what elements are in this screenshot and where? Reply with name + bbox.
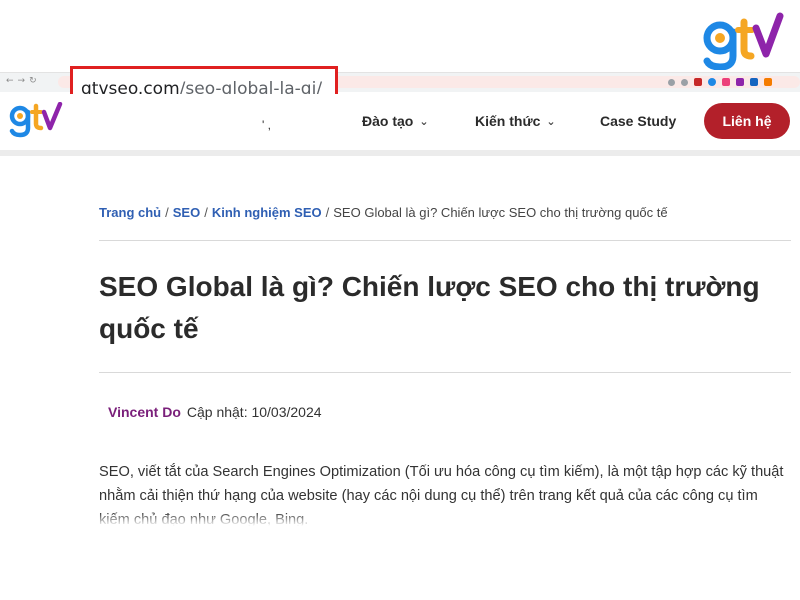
site-logo[interactable] <box>8 102 64 138</box>
extension-icon[interactable] <box>694 78 702 86</box>
extension-icon[interactable] <box>764 78 772 86</box>
extension-icons <box>668 74 772 90</box>
breadcrumb-link-kinh-nghiem-seo[interactable]: Kinh nghiệm SEO <box>212 205 322 220</box>
extension-icon[interactable] <box>736 78 744 86</box>
page-title: SEO Global là gì? Chiến lược SEO cho thị… <box>99 271 760 344</box>
extension-icon[interactable] <box>750 78 758 86</box>
nav-label: Đào tạo <box>362 113 414 129</box>
extension-icon[interactable] <box>722 78 730 86</box>
nav-label: Kiến thức <box>475 113 541 129</box>
article-meta: Vincent Do Cập nhật: 10/03/2024 <box>108 404 322 420</box>
nav-item-dao-tao[interactable]: Đào tạo ⌄ <box>362 113 429 129</box>
gtv-brand-logo <box>703 12 784 70</box>
header-divider <box>0 150 800 156</box>
extension-icon[interactable] <box>708 78 716 86</box>
browser-nav-icons[interactable]: ←→↻ <box>6 76 41 86</box>
nav-item-kien-thuc[interactable]: Kiến thức ⌄ <box>475 113 556 129</box>
breadcrumb-current: SEO Global là gì? Chiến lược SEO cho thị… <box>333 205 668 220</box>
nav-item-case-study[interactable]: Case Study <box>600 113 676 129</box>
chevron-down-icon: ⌄ <box>546 116 556 128</box>
breadcrumb-link-home[interactable]: Trang chủ <box>99 205 161 220</box>
nav-label: Case Study <box>600 113 677 129</box>
contact-button[interactable]: Liên hệ <box>704 103 790 139</box>
star-icon[interactable] <box>681 78 688 86</box>
content-fade <box>0 512 800 600</box>
divider <box>99 240 791 241</box>
zoom-icon[interactable] <box>668 78 675 86</box>
divider <box>99 372 791 373</box>
chevron-down-icon: ⌄ <box>419 116 429 128</box>
breadcrumb: Trang chủ / SEO / Kinh nghiệm SEO / SEO Global… <box>99 205 668 220</box>
nav-item-partial[interactable]: ' , <box>262 118 302 132</box>
updated-date: Cập nhật: 10/03/2024 <box>186 404 322 420</box>
breadcrumb-link-seo[interactable]: SEO <box>173 205 200 220</box>
author-name[interactable]: Vincent Do <box>108 404 181 420</box>
